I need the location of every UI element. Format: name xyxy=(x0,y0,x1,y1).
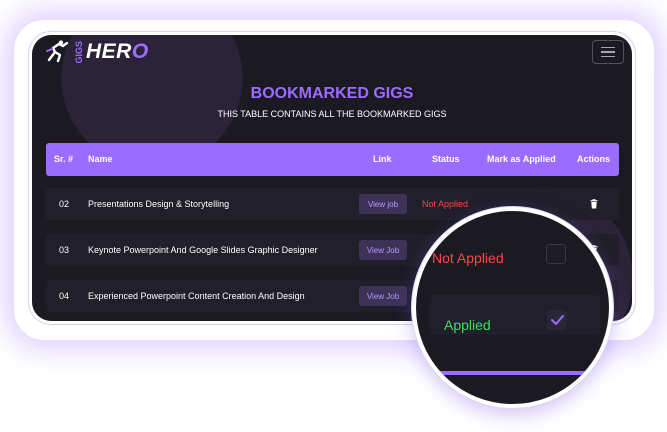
row-name: Presentations Design & Storytelling xyxy=(88,199,230,209)
header-name: Name xyxy=(88,154,113,164)
row-sr: 03 xyxy=(59,245,70,255)
page-title: BOOKMARKED GIGS xyxy=(250,85,414,102)
view-job-button[interactable]: View Job xyxy=(359,240,407,260)
magnified-status-applied: Applied xyxy=(444,317,491,333)
logo-hero-main: HER xyxy=(86,40,132,63)
mark-applied-checkbox[interactable] xyxy=(546,244,566,264)
mark-applied-checkbox-checked[interactable] xyxy=(547,310,567,330)
hamburger-menu-button[interactable] xyxy=(592,40,624,64)
magnified-accent-bar xyxy=(416,371,609,375)
gigshero-logo[interactable]: GIGS HERO xyxy=(45,39,149,65)
page-subtitle: THIS TABLE CONTAINS ALL THE BOOKMARKED G… xyxy=(217,109,447,119)
magnified-status-not-applied: Not Applied xyxy=(432,250,504,266)
logo-hero-accent: O xyxy=(131,40,149,63)
trash-icon[interactable] xyxy=(589,199,599,209)
row-name: Experienced Powerpoint Content Creation … xyxy=(88,291,305,301)
row-status: Not Applied xyxy=(422,199,469,209)
runner-logo-icon xyxy=(46,40,69,63)
hamburger-menu-icon xyxy=(601,46,615,49)
view-job-button[interactable]: View job xyxy=(359,194,407,214)
header-sr: Sr. # xyxy=(54,154,74,164)
view-job-button[interactable]: View Job xyxy=(359,286,407,306)
table-header: Sr. # Name Link Status Mark as Applied A… xyxy=(46,143,619,176)
row-sr: 04 xyxy=(59,291,70,301)
header-status: Status xyxy=(432,154,460,164)
logo-gigs-text: GIGS xyxy=(74,40,84,64)
checkmark-icon xyxy=(550,315,564,325)
header-mark-as-applied: Mark as Applied xyxy=(487,154,556,164)
status-magnifier: Not Applied Applied xyxy=(412,207,613,408)
header-link: Link xyxy=(373,154,392,164)
header-actions: Actions xyxy=(577,154,611,164)
logo-hero-text: HERO xyxy=(86,40,149,64)
row-sr: 02 xyxy=(59,199,70,209)
row-name: Keynote Powerpoint And Google Slides Gra… xyxy=(88,245,318,255)
